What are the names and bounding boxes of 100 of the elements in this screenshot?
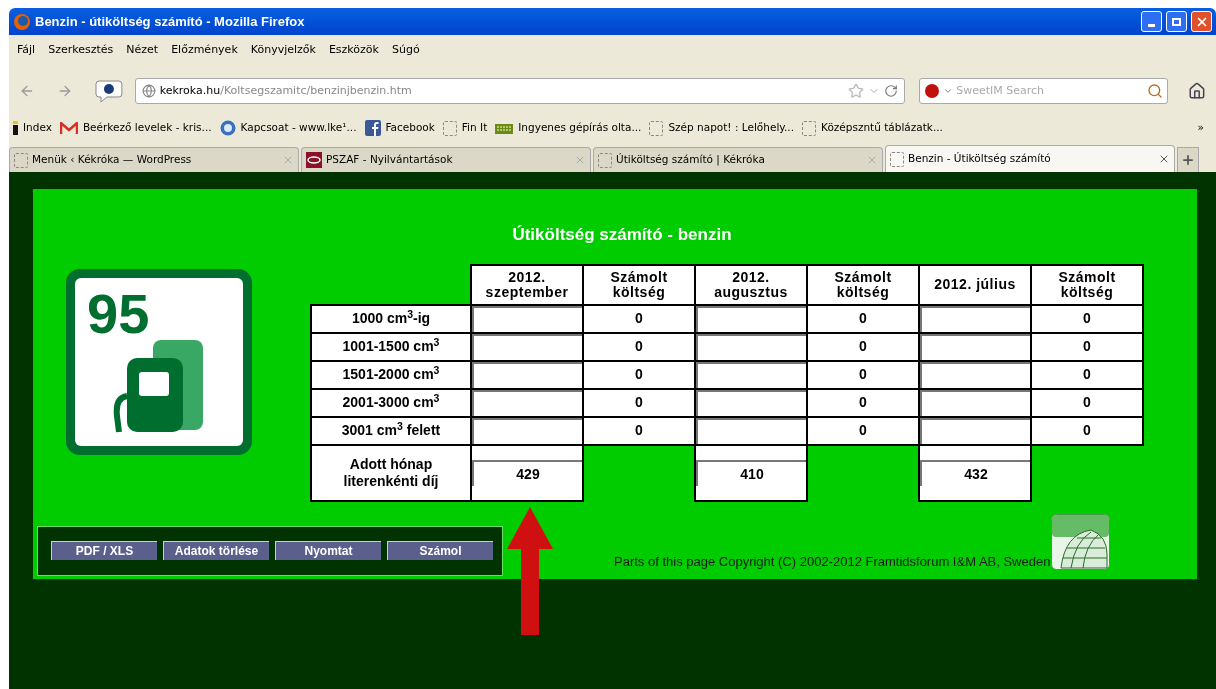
browser-tab[interactable]: Benzin - Útiköltség számító <box>885 145 1175 172</box>
firefox-icon <box>13 12 31 31</box>
table-cell: 0 <box>583 360 695 389</box>
action-button[interactable]: Adatok törlése <box>163 541 269 560</box>
entry-cell[interactable]: 429 <box>471 444 583 501</box>
input-field[interactable] <box>696 361 806 388</box>
row-label: Adott hónap literenkénti díj <box>311 444 471 501</box>
bookmark-link[interactable]: Facebook <box>385 120 435 136</box>
search-input[interactable]: SweetIM Search <box>956 82 1145 100</box>
star-icon[interactable] <box>848 83 865 99</box>
row-label: 1000 cm$^{3}$-ig <box>311 304 471 333</box>
table-cell: 0 <box>583 388 695 417</box>
new-tab-button[interactable] <box>1177 147 1199 172</box>
table-cell: 0 <box>1031 332 1143 361</box>
page-icon <box>890 151 904 167</box>
bookmark-link[interactable]: Középszntű táblázatk... <box>821 120 943 136</box>
window-title: Benzin - útiköltség számító - Mozilla Firefox <box>35 12 305 31</box>
column-header: 2012. szeptember <box>471 264 583 305</box>
menu-item[interactable]: Eszközök <box>328 41 379 59</box>
column-header: 2012. augusztus <box>695 264 807 305</box>
envelope-icon <box>59 121 78 135</box>
column-header: Számolt költség <box>807 264 919 305</box>
page-icon <box>14 152 28 168</box>
input-field[interactable] <box>472 417 582 444</box>
logo-icon <box>306 152 322 168</box>
menu-item[interactable]: Könyvjelzők <box>250 41 316 59</box>
input-field[interactable] <box>472 389 582 416</box>
input-field[interactable] <box>920 305 1030 332</box>
input-field[interactable] <box>472 361 582 388</box>
keyboard-icon <box>495 122 514 134</box>
url-host: kekroka.hu <box>159 82 221 99</box>
menu-item[interactable]: Nézet <box>126 41 159 59</box>
input-field[interactable]: 432 <box>920 459 1030 486</box>
restore-button[interactable] <box>1166 11 1187 32</box>
search-field[interactable]: SweetIM Search <box>919 78 1169 104</box>
speech-bubble-icon[interactable] <box>94 79 123 103</box>
bookmark-link[interactable]: Fin It <box>461 120 488 136</box>
bookmark-link[interactable]: Szép napot! : Lelőhely... <box>668 120 795 136</box>
bookmark-link[interactable]: Index <box>23 120 52 136</box>
row-label: 1001-1500 cm$^{3}$ <box>311 332 471 361</box>
table-cell: 0 <box>1031 360 1143 389</box>
tab-label: Benzin - Útiköltség számító <box>908 151 1052 167</box>
close-icon[interactable] <box>1158 153 1170 165</box>
row-label: 3001 cm$^{3}$ felett <box>311 416 471 445</box>
action-button[interactable]: PDF / XLS <box>51 541 157 560</box>
more-bookmarks-button[interactable]: » <box>1197 120 1212 136</box>
input-field[interactable]: 410 <box>696 459 806 486</box>
page-icon <box>598 152 612 168</box>
close-button[interactable] <box>1191 11 1212 32</box>
row-label: 2001-3000 cm$^{3}$ <box>311 388 471 417</box>
action-button[interactable]: Számol <box>387 541 493 560</box>
copyright-text: Parts of this page Copyright (C) 2002-2012 Framtidsforum I&M AB, Sweden <box>614 553 1051 571</box>
browser-tab[interactable]: PSZAF - Nyilvántartások <box>301 147 591 172</box>
menu-item[interactable]: Fájl <box>17 41 36 59</box>
reload-icon[interactable] <box>884 84 899 98</box>
browser-tab[interactable]: Útiköltség számító | Kékróka <box>593 147 883 172</box>
input-field[interactable] <box>920 361 1030 388</box>
entry-cell[interactable]: 432 <box>919 444 1031 501</box>
circle-icon <box>219 120 236 136</box>
menu-item[interactable]: Szerkesztés <box>48 41 114 59</box>
home-icon[interactable] <box>1188 82 1206 100</box>
input-field[interactable] <box>920 333 1030 360</box>
column-header: Számolt költség <box>583 264 695 305</box>
globe-logo-icon <box>1051 513 1111 570</box>
input-field[interactable] <box>696 389 806 416</box>
page-icon <box>802 120 817 136</box>
input-field[interactable] <box>696 305 806 332</box>
sign-number: 95 <box>87 285 150 342</box>
input-field[interactable] <box>696 333 806 360</box>
input-field[interactable]: 429 <box>472 459 582 486</box>
table-cell: 0 <box>583 304 695 333</box>
facebook-icon <box>364 120 381 136</box>
input-field[interactable] <box>696 417 806 444</box>
entry-cell[interactable]: 410 <box>695 444 807 501</box>
table-cell: 0 <box>807 332 919 361</box>
ball-icon <box>924 83 941 99</box>
table-cell: 0 <box>1031 416 1143 445</box>
search-icon[interactable] <box>1147 83 1164 99</box>
menu-item[interactable]: Előzmények <box>171 41 238 59</box>
input-field[interactable] <box>920 417 1030 444</box>
input-field[interactable] <box>472 305 582 332</box>
bookmark-link[interactable]: Kapcsoat - www.lke¹... <box>240 120 357 136</box>
row-label: 1501-2000 cm$^{3}$ <box>311 360 471 389</box>
input-field[interactable] <box>920 389 1030 416</box>
tab-label: PSZAF - Nyilvántartások <box>326 152 454 168</box>
menu-item[interactable]: Súgó <box>391 41 420 59</box>
table-cell: 0 <box>583 416 695 445</box>
minimize-button[interactable] <box>1141 11 1162 32</box>
table-cell: 0 <box>583 332 695 361</box>
column-header: Számolt költség <box>1031 264 1143 305</box>
dropdown-icon[interactable] <box>943 86 954 96</box>
globe-icon <box>141 84 156 98</box>
tab-label: Útiköltség számító | Kékróka <box>616 152 766 168</box>
input-field[interactable] <box>472 333 582 360</box>
address-bar[interactable]: kekroka.hu/Koltsegszamitc/benzinjbenzin.htm <box>134 78 906 104</box>
browser-tab[interactable]: Menük ‹ Kékróka — WordPress <box>9 147 299 172</box>
bookmark-link[interactable]: Ingyenes gépírás olta... <box>518 120 642 136</box>
table-cell: 0 <box>807 388 919 417</box>
bookmark-link[interactable]: Beérkező levelek - kris... <box>82 120 212 136</box>
action-button[interactable]: Nyomtat <box>275 541 381 560</box>
